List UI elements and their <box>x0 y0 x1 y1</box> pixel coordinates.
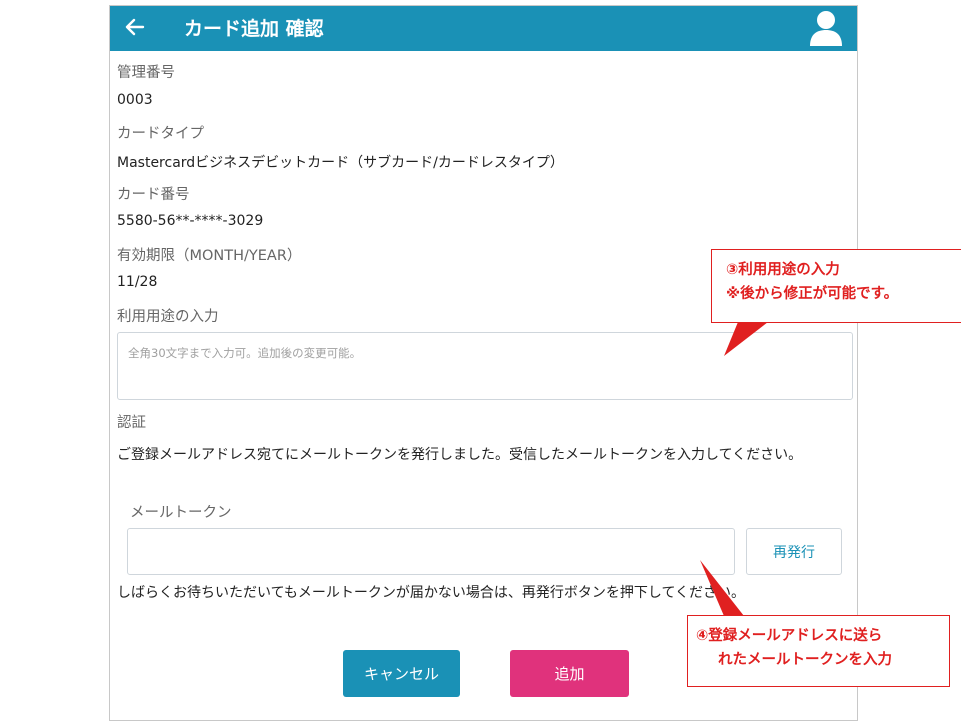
memo-label: 利用用途の入力 <box>117 309 219 325</box>
arrow-left-icon[interactable] <box>123 15 147 39</box>
card-no-value: 5580-56**-****-3029 <box>117 213 264 229</box>
card-type-value: Mastercardビジネスデビットカード（サブカード/カードレスタイプ） <box>117 155 564 171</box>
header-bar: カード追加 確認 <box>110 6 857 51</box>
expiry-value: 11/28 <box>117 274 158 290</box>
add-button[interactable]: 追加 <box>510 650 629 697</box>
management-no-value: 0003 <box>117 92 153 108</box>
page-title: カード追加 確認 <box>184 18 324 40</box>
token-label: メールトークン <box>130 505 232 521</box>
card-no-label: カード番号 <box>117 187 190 203</box>
token-notice: しばらくお待ちいただいてもメールトークンが届かない場合は、再発行ボタンを押下して… <box>117 585 746 601</box>
user-icon[interactable] <box>809 10 843 46</box>
cancel-button[interactable]: キャンセル <box>343 650 460 697</box>
auth-label: 認証 <box>117 415 146 431</box>
management-no-label: 管理番号 <box>117 65 175 81</box>
reissue-button[interactable]: 再発行 <box>746 528 842 575</box>
token-annotation-callout: ④登録メールアドレスに送ら れたメールトークンを入力 <box>687 615 950 687</box>
memo-callout-line2: ※後から修正が可能です。 <box>726 286 899 302</box>
auth-description: ご登録メールアドレス宛てにメールトークンを発行しました。受信したメールトークンを… <box>117 447 803 463</box>
card-type-label: カードタイプ <box>117 126 204 142</box>
memo-callout-line1: ③利用用途の入力 <box>726 262 840 278</box>
memo-input[interactable] <box>117 332 853 400</box>
token-callout-line2: れたメールトークンを入力 <box>718 652 892 668</box>
expiry-label: 有効期限（MONTH/YEAR） <box>117 248 302 264</box>
card-add-confirm-panel: カード追加 確認 管理番号 0003 カードタイプ Mastercardビジネス… <box>109 5 858 721</box>
token-callout-line1: ④登録メールアドレスに送ら <box>696 628 883 644</box>
mail-token-input[interactable] <box>127 528 735 575</box>
memo-annotation-callout: ③利用用途の入力 ※後から修正が可能です。 <box>711 249 961 323</box>
